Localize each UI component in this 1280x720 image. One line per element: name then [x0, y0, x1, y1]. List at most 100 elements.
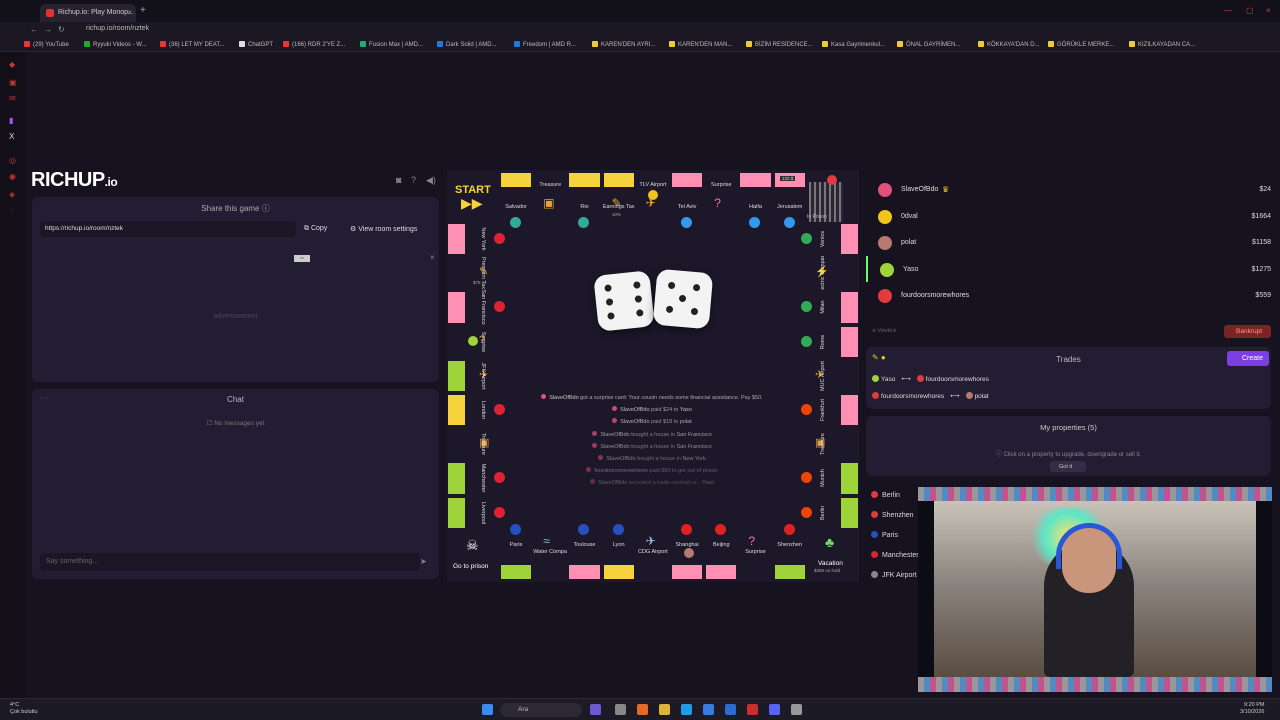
send-icon[interactable]: ➤ — [420, 557, 427, 566]
edge-icon[interactable] — [681, 704, 692, 715]
bankrupt-button[interactable]: Bankrupt — [1224, 325, 1271, 338]
tile-milan[interactable]: Milan — [799, 290, 859, 324]
bookmark-item[interactable]: ÖNAL GAYRİMEN... — [897, 41, 960, 48]
tile-haifa[interactable]: Haifa — [738, 170, 772, 230]
trade-item[interactable]: Yaso ⟷ fourdoorsmorewhores — [872, 375, 989, 383]
copy-button[interactable]: ⧉ Copy — [304, 221, 327, 237]
tile-tel-aviv[interactable]: Tel Aviv — [670, 170, 704, 230]
player-row[interactable]: polat $1158 — [866, 229, 1271, 255]
taskbar-search[interactable]: Ara — [500, 703, 582, 717]
sidebar-app-icon[interactable]: ◉ — [9, 172, 16, 181]
x-icon[interactable]: X — [9, 132, 14, 141]
bookmark-item[interactable]: GÖRÜKLE MERKE... — [1048, 41, 1114, 48]
tile-lyon[interactable]: Lyon — [602, 522, 636, 582]
property-item[interactable]: Manchester — [871, 551, 919, 559]
create-trade-button[interactable]: Create — [1227, 351, 1269, 366]
tile-jfk-airport[interactable]: ✈ JFK Airport — [447, 359, 507, 393]
store-icon[interactable] — [703, 704, 714, 715]
bookmark-item[interactable]: KAREN'DEN MAN... — [669, 41, 733, 48]
back-icon[interactable]: ← — [30, 25, 38, 34]
player-row[interactable]: Yaso $1275 — [866, 255, 1271, 282]
go-to-prison-corner[interactable]: ☠ Go to prison — [447, 530, 499, 582]
vacation-corner[interactable]: ♣ Vacation $365 on hold — [807, 530, 859, 582]
tile-water-company[interactable]: ≈Water Company — [533, 522, 567, 582]
bookmark-item[interactable]: (166) RDR 2'YE Z... — [283, 41, 345, 48]
player-row[interactable]: SlaveOfBdo ♛ $24 — [866, 176, 1271, 202]
sidebar-app-icon[interactable]: ◎ — [9, 156, 16, 165]
copilot-icon[interactable] — [590, 704, 601, 715]
opera-icon[interactable] — [747, 704, 758, 715]
bookmark-item[interactable]: Freedom | AMD R... — [514, 41, 576, 48]
bookmark-item[interactable]: (29) YouTube — [24, 41, 69, 48]
tile-munich[interactable]: Munich — [799, 461, 859, 495]
tile-new-york[interactable]: New York — [447, 222, 507, 256]
new-tab-icon[interactable]: + — [140, 5, 146, 16]
weather-widget[interactable]: 4°C Çok bulutlu — [10, 702, 38, 716]
bookmark-item[interactable]: Ryyuki Videos - W... — [84, 41, 147, 48]
start-icon[interactable] — [482, 704, 493, 715]
tile-muc-airport[interactable]: ✈ MUC Airport — [799, 359, 859, 393]
sidebar-app-icon[interactable]: ▣ — [9, 78, 17, 87]
tile-rio[interactable]: Rio — [567, 170, 601, 230]
app-icon[interactable] — [637, 704, 648, 715]
tile-frankfurt[interactable]: Frankfurt — [799, 393, 859, 427]
file-explorer-icon[interactable] — [659, 704, 670, 715]
bookmark-item[interactable]: Kasa Gayrimenkul... — [822, 41, 885, 48]
tile-tlv-airport[interactable]: ✈ TLV Airport — [636, 170, 670, 230]
window-close-icon[interactable]: × — [1266, 6, 1271, 15]
sidebar-app-icon[interactable]: ◌ — [9, 206, 14, 215]
sidebar-app-icon[interactable]: ◈ — [9, 190, 15, 199]
task-view-icon[interactable] — [615, 704, 626, 715]
help-icon[interactable]: ? — [411, 175, 416, 185]
tile-electric-company[interactable]: ⚡ Electric Company — [799, 256, 859, 290]
player-row[interactable]: fourdoorsmorewhores $559 — [866, 282, 1271, 308]
discord-icon[interactable]: ◙ — [396, 175, 401, 185]
tile-surprise[interactable]: ? Surprise — [704, 170, 738, 230]
app-icon[interactable] — [725, 704, 736, 715]
tile-rome[interactable]: Rome — [799, 325, 859, 359]
bookmark-item[interactable]: KAREN'DEN AYRI... — [592, 41, 655, 48]
bookmark-item[interactable]: Fusion Max | AMD... — [360, 41, 423, 48]
tile-san-francisco[interactable]: San Francisco — [447, 290, 507, 325]
tile-beijing[interactable]: Beijing — [704, 522, 738, 582]
tile-london[interactable]: London — [447, 393, 507, 427]
minimize-icon[interactable]: — — [1224, 6, 1232, 15]
room-settings-button[interactable]: ⚙ View room settings — [350, 221, 417, 237]
twitch-icon[interactable]: ▮ — [9, 116, 13, 125]
forward-icon[interactable]: → — [44, 25, 52, 34]
sound-icon[interactable]: ◀) — [426, 175, 436, 186]
bookmark-item[interactable]: (36) LET MY DEAT... — [160, 41, 224, 48]
tile-paris[interactable]: Paris — [499, 522, 533, 582]
tile-salvador[interactable]: Salvador — [499, 170, 533, 230]
bookmark-item[interactable]: ChatGPT — [239, 41, 273, 48]
tile-earnings-tax[interactable]: ✎ Earnings Tax — [602, 170, 636, 230]
share-url-field[interactable]: https://richup.io/room/nztek — [40, 221, 296, 237]
url-field[interactable]: richup.io/room/nztek — [86, 25, 149, 32]
property-item[interactable]: Paris — [871, 531, 898, 539]
reload-icon[interactable]: ↻ — [58, 25, 65, 34]
close-tab-icon[interactable]: × — [127, 8, 132, 17]
tile-treasure[interactable]: ▣ Treasure — [799, 427, 859, 461]
property-item[interactable]: Shenzhen — [871, 511, 914, 519]
player-row[interactable]: 0dval $1664 — [866, 203, 1271, 229]
tile-shenzhen[interactable]: Shenzhen — [773, 522, 807, 582]
info-icon[interactable]: ⓘ — [262, 204, 270, 213]
sidebar-app-icon[interactable]: ◆ — [9, 60, 15, 69]
tile-liverpool[interactable]: Liverpool — [447, 496, 507, 530]
tile-premium-tax[interactable]: ✎ Premium Tax — [447, 256, 507, 290]
browser-tab[interactable]: Richup.io: Play Monop... × — [40, 4, 136, 22]
bookmark-item[interactable]: Dark Solid | AMD... — [437, 41, 497, 48]
chat-input[interactable]: Say something... — [40, 553, 420, 571]
start-corner[interactable]: START ▶▶ — [447, 170, 499, 222]
tile-treasure[interactable]: ▣ Treasure — [447, 427, 507, 461]
property-item[interactable]: JFK Airport — [871, 571, 917, 579]
tile-treasure[interactable]: ▣ Treasure — [533, 170, 567, 230]
discord-icon[interactable] — [769, 704, 780, 715]
votekick-button[interactable]: ⊘ Votekick — [872, 328, 896, 334]
sidebar-app-icon[interactable]: ✉ — [9, 94, 16, 103]
tile-manchester[interactable]: Manchester — [447, 461, 507, 495]
tile-surprise[interactable]: ? Surprise — [738, 522, 772, 582]
tile-cdg-airport[interactable]: ✈ CDG Airport — [636, 522, 670, 582]
settings-icon[interactable] — [791, 704, 802, 715]
bookmark-item[interactable]: BİZİM RESİDENCE... — [746, 41, 813, 48]
